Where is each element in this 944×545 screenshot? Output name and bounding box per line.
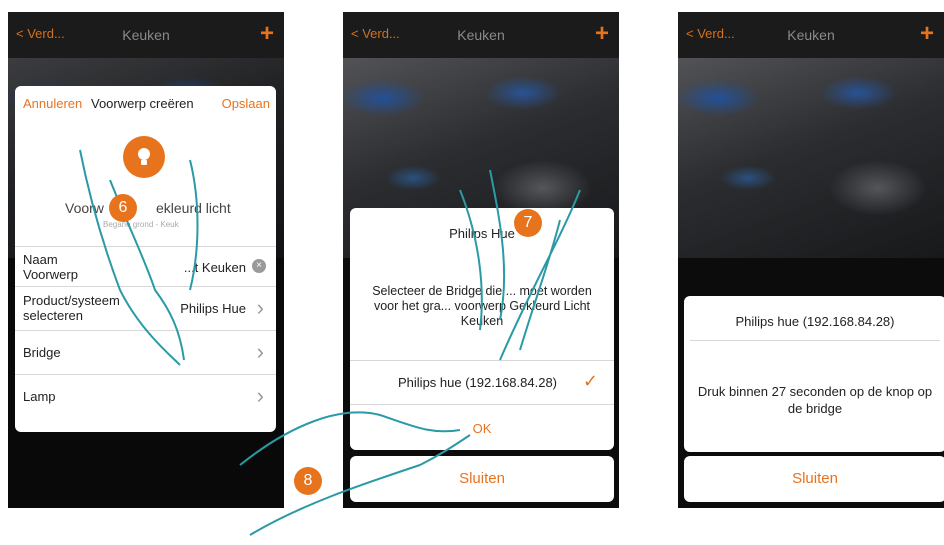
add-button[interactable]: + xyxy=(595,20,609,48)
close-button[interactable]: Sluiten xyxy=(350,470,614,487)
dialog-title: Voorwerp creëren xyxy=(91,96,194,111)
product-value: Philips Hue xyxy=(180,301,246,316)
bridge-label: Bridge xyxy=(23,345,61,360)
nav-title: Keuken xyxy=(787,27,835,43)
step-badge-7: 7 xyxy=(514,209,542,237)
bridge-select-dialog: Philips Hue Selecteer de Bridge die ... … xyxy=(350,208,614,450)
nav-title: Keuken xyxy=(457,27,505,43)
ok-row: OK xyxy=(350,404,614,451)
name-label: Naam Voorwerp xyxy=(23,252,78,282)
name-row[interactable]: Naam Voorwerp ...t Keuken × xyxy=(15,246,276,287)
chevron-right-icon: › xyxy=(256,295,264,320)
step-badge-6: 6 xyxy=(109,194,137,222)
ok-button[interactable]: OK xyxy=(350,421,614,436)
bulb-icon xyxy=(123,136,165,178)
product-row[interactable]: Product/systeem selecteren Philips Hue › xyxy=(15,286,276,331)
close-button-card: Sluiten xyxy=(350,456,614,502)
lamp-label: Lamp xyxy=(23,389,56,404)
step-badge-8: 8 xyxy=(294,467,322,495)
bridge-option-label: Philips hue (192.168.84.28) xyxy=(398,375,558,390)
name-value: ...t Keuken xyxy=(183,260,246,275)
check-icon: ✓ xyxy=(582,371,598,391)
chevron-right-icon: › xyxy=(256,339,264,364)
nav-title: Keuken xyxy=(122,27,170,43)
object-subtitle: Begane grond - Keuk xyxy=(103,220,179,229)
object-name-right: ekleurd licht xyxy=(156,200,231,216)
phone-screen-3: < Verd... Keuken + Philips hue (192.168.… xyxy=(678,12,944,508)
dialog-title: Philips Hue xyxy=(449,226,515,241)
create-object-dialog: Annuleren Voorwerp creëren Opslaan Voorw… xyxy=(15,86,276,432)
save-button[interactable]: Opslaan xyxy=(222,96,270,111)
close-button-card: Sluiten xyxy=(684,456,944,502)
nav-bar: < Verd... Keuken + xyxy=(678,12,944,58)
chevron-right-icon: › xyxy=(256,383,264,408)
bridge-row[interactable]: Bridge › xyxy=(15,330,276,375)
dialog-message: Selecteer de Bridge die ... moet worden … xyxy=(372,284,592,328)
phone-screen-2: < Verd... Keuken + Philips Hue Selecteer… xyxy=(343,12,619,508)
clear-icon[interactable]: × xyxy=(252,259,266,273)
phone-screen-1: < Verd... Keuken + Annuleren Voorwerp cr… xyxy=(8,12,284,508)
cancel-button[interactable]: Annuleren xyxy=(23,96,82,111)
nav-bar: < Verd... Keuken + xyxy=(343,12,619,58)
close-button[interactable]: Sluiten xyxy=(684,470,944,487)
object-name-left: Voorw xyxy=(65,200,104,216)
add-button[interactable]: + xyxy=(920,20,934,48)
nav-bar: < Verd... Keuken + xyxy=(8,12,284,58)
bridge-name: Philips hue (192.168.84.28) xyxy=(735,314,895,329)
press-bridge-dialog: Philips hue (192.168.84.28) Druk binnen … xyxy=(684,296,944,452)
bridge-message: Druk binnen 27 seconden op de knop op de… xyxy=(690,340,940,417)
add-button[interactable]: + xyxy=(260,20,274,48)
lamp-row[interactable]: Lamp › xyxy=(15,374,276,419)
product-label: Product/systeem selecteren xyxy=(23,293,120,323)
bridge-option-row[interactable]: Philips hue (192.168.84.28) ✓ xyxy=(350,360,614,405)
